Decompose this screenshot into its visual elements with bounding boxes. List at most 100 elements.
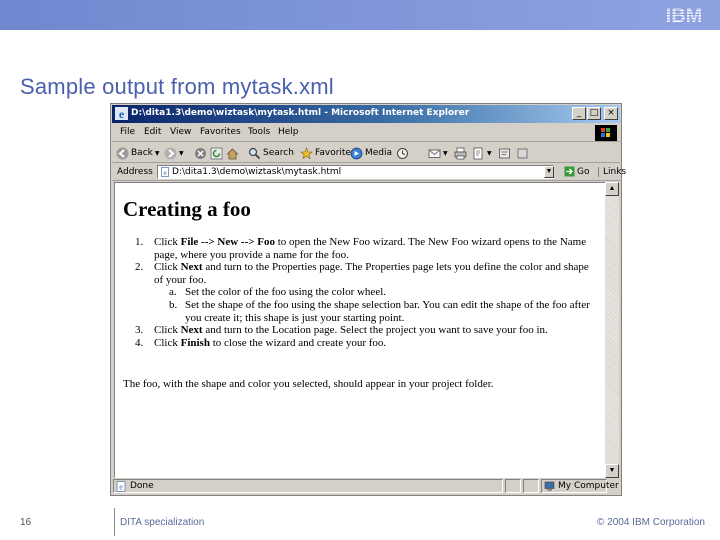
mail-icon — [428, 149, 441, 158]
discuss-button[interactable] — [498, 146, 511, 160]
step-command: Next — [180, 261, 203, 274]
page-icon: e — [161, 167, 169, 177]
stop-icon — [195, 147, 206, 159]
step-text: and turn to the Location page. Select th… — [202, 324, 548, 337]
step-number: 3. — [135, 324, 144, 337]
svg-text:e: e — [119, 107, 125, 120]
substep-text: Set the color of the foo using the color… — [185, 286, 387, 299]
window-title: D:\dita1.3\demo\wiztask\mytask.html - Mi… — [131, 108, 470, 118]
messenger-icon — [517, 148, 528, 158]
step-command: Next — [180, 324, 203, 337]
media-icon — [350, 147, 363, 159]
slide-page-number: 16 — [20, 517, 32, 528]
windows-flag-icon — [595, 125, 617, 141]
my-computer-icon — [544, 481, 555, 491]
footer-left-text: DITA specialization — [120, 517, 205, 528]
page-done-icon: e — [116, 481, 126, 492]
substep-b: b. Set the shape of the foo using the sh… — [123, 299, 598, 324]
home-button[interactable] — [226, 146, 239, 160]
menu-bar: File Edit View Favorites Tools Help — [112, 124, 620, 142]
browser-window: e D:\dita1.3\demo\wiztask\mytask.html - … — [110, 103, 626, 496]
internet-explorer-icon: e — [115, 107, 128, 120]
print-button[interactable] — [454, 146, 467, 160]
go-label: Go — [577, 166, 590, 177]
page-content-area[interactable]: Creating a foo 1. Click File --> New -->… — [114, 182, 608, 478]
go-button[interactable]: Go — [564, 166, 589, 177]
maximize-button[interactable]: □ — [587, 107, 601, 120]
menu-view[interactable]: View — [170, 127, 191, 137]
links-button[interactable]: Links — [598, 167, 626, 177]
step-command: File --> New --> Foo — [180, 236, 275, 248]
go-arrow-icon — [564, 166, 575, 177]
task-document: Creating a foo 1. Click File --> New -->… — [123, 197, 598, 390]
substep-letter: b. — [169, 298, 178, 311]
edit-page-icon — [473, 147, 483, 159]
menu-help[interactable]: Help — [278, 127, 299, 137]
vertical-scrollbar[interactable]: ▲ ▼ — [605, 182, 619, 478]
steps-list: 1. Click File --> New --> Foo to open th… — [123, 236, 598, 349]
favorites-button[interactable]: Favorites — [300, 146, 356, 160]
scroll-down-button[interactable]: ▼ — [605, 464, 619, 478]
forward-button[interactable]: ▼ — [164, 146, 184, 160]
address-input[interactable]: e D:\dita1.3\demo\wiztask\mytask.html — [157, 165, 554, 179]
step-number: 2. — [135, 261, 144, 274]
step-4: 4. Click Finish to close the wizard and … — [123, 337, 598, 350]
step-text: Click — [154, 324, 181, 337]
status-text-cell: e Done — [113, 479, 503, 493]
svg-text:e: e — [163, 169, 166, 177]
chevron-down-icon: ▼ — [443, 149, 448, 157]
svg-text:e: e — [119, 483, 123, 492]
refresh-button[interactable] — [210, 146, 223, 160]
back-label: Back — [131, 148, 153, 158]
security-zone-text: My Computer — [558, 481, 619, 491]
status-empty-cell — [505, 479, 521, 493]
slide-header-bar: IBM — [0, 0, 720, 30]
history-icon — [397, 147, 408, 159]
back-button[interactable]: Back ▼ — [116, 146, 159, 160]
chevron-down-icon: ▼ — [487, 149, 492, 157]
step-2: 2. Click Next and turn to the Properties… — [123, 261, 598, 286]
step-text: to close the wizard and create your foo. — [209, 336, 387, 349]
substep-text: Set the shape of the foo using the shape… — [185, 298, 590, 324]
address-value: D:\dita1.3\demo\wiztask\mytask.html — [172, 167, 342, 177]
step-number: 1. — [135, 236, 144, 248]
footer-copyright: © 2004 IBM Corporation — [597, 517, 705, 528]
substep-letter: a. — [169, 286, 177, 299]
search-label: Search — [263, 148, 294, 158]
address-dropdown-button[interactable]: ▼ — [544, 166, 554, 178]
footer-divider — [114, 508, 115, 536]
menu-file[interactable]: File — [120, 127, 135, 137]
scroll-up-button[interactable]: ▲ — [605, 182, 619, 196]
back-arrow-icon — [116, 147, 129, 159]
ibm-logo: IBM — [666, 5, 703, 26]
slide-title: Sample output from mytask.xml — [20, 74, 334, 99]
search-button[interactable]: Search — [248, 146, 294, 160]
print-icon — [454, 147, 467, 159]
refresh-icon — [210, 147, 223, 159]
favorites-star-icon — [300, 146, 313, 159]
step-1: 1. Click File --> New --> Foo to open th… — [123, 236, 598, 261]
forward-arrow-icon — [164, 147, 177, 159]
menu-tools[interactable]: Tools — [248, 127, 270, 137]
menu-edit[interactable]: Edit — [144, 127, 161, 137]
edit-button[interactable]: ▼ — [472, 146, 492, 160]
chevron-down-icon: ▼ — [179, 149, 184, 157]
media-button[interactable]: Media — [350, 146, 392, 160]
history-button[interactable] — [396, 146, 409, 160]
media-label: Media — [365, 148, 393, 158]
stop-button[interactable] — [194, 146, 207, 160]
substep-a: a. Set the color of the foo using the co… — [123, 286, 598, 299]
mail-button[interactable]: ▼ — [428, 146, 448, 160]
search-icon — [248, 147, 261, 159]
address-bar: Address e D:\dita1.3\demo\wiztask\mytask… — [112, 164, 626, 181]
step-3: 3. Click Next and turn to the Location p… — [123, 324, 598, 337]
status-text: Done — [130, 481, 154, 491]
messenger-button[interactable] — [516, 146, 529, 160]
status-bar: e Done My Computer — [112, 478, 620, 494]
menu-favorites[interactable]: Favorites — [200, 127, 241, 137]
svg-text:IBM: IBM — [666, 5, 703, 26]
browser-titlebar[interactable]: e D:\dita1.3\demo\wiztask\mytask.html - … — [112, 105, 620, 123]
close-button[interactable]: × — [604, 107, 618, 120]
step-text: and turn to the Properties page. The Pro… — [154, 261, 589, 286]
minimize-button[interactable]: _ — [572, 107, 586, 120]
